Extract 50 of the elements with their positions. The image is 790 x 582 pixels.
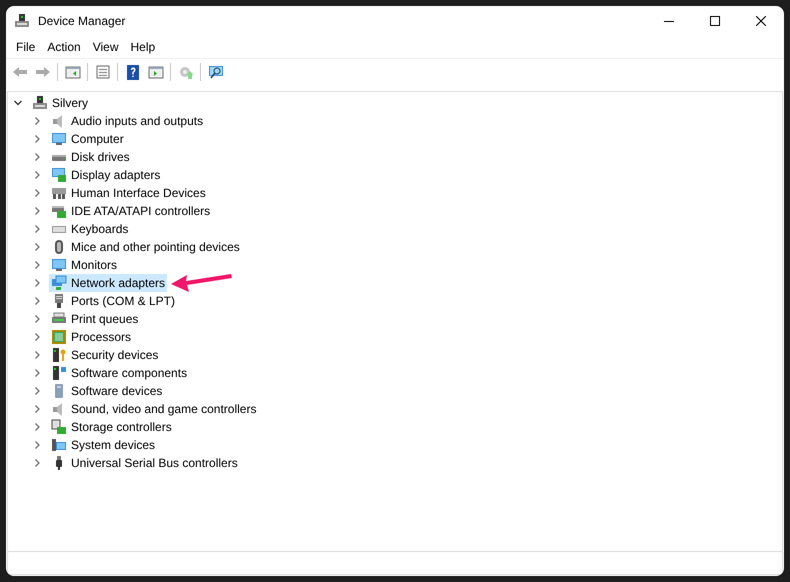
- tree-item[interactable]: System devices: [49, 436, 158, 454]
- device-icon: [51, 167, 67, 183]
- device-icon: [51, 185, 67, 201]
- help-icon: [124, 64, 140, 80]
- tree-item[interactable]: Computer: [49, 130, 126, 148]
- tree-item[interactable]: IDE ATA/ATAPI controllers: [49, 202, 212, 220]
- tree-item[interactable]: Audio inputs and outputs: [49, 112, 206, 130]
- maximize-icon: [710, 16, 720, 26]
- tree-item[interactable]: Software components: [49, 364, 190, 382]
- tree-item[interactable]: Universal Serial Bus controllers: [49, 454, 240, 472]
- device-icon: [51, 419, 67, 435]
- device-icon: [51, 131, 67, 147]
- tree-item[interactable]: Keyboards: [49, 220, 130, 238]
- tree-item[interactable]: Software devices: [49, 382, 164, 400]
- tree-item[interactable]: Disk drives: [49, 148, 132, 166]
- tree-item[interactable]: Mice and other pointing devices: [49, 238, 242, 256]
- back-arrow-icon: [12, 64, 28, 80]
- tree-item[interactable]: Network adapters: [49, 274, 168, 292]
- forward-arrow-icon: [34, 64, 50, 80]
- menu-item[interactable]: View: [86, 40, 124, 54]
- tree-item[interactable]: Storage controllers: [49, 418, 174, 436]
- close-icon: [756, 16, 766, 26]
- device-icon: [51, 365, 67, 381]
- device-icon: [51, 275, 67, 291]
- device-icon: [51, 329, 67, 345]
- tree-item[interactable]: Monitors: [49, 256, 120, 274]
- tree-item[interactable]: Display adapters: [49, 166, 162, 184]
- menu-item[interactable]: Action: [41, 40, 87, 54]
- window-panel-icon: [64, 64, 80, 80]
- device-icon: [51, 203, 67, 219]
- gear-update-icon: [178, 64, 194, 80]
- device-icon: [32, 95, 48, 111]
- menu-item[interactable]: File: [10, 40, 42, 54]
- device-icon: [51, 347, 67, 363]
- monitor-scan-icon: [208, 64, 224, 80]
- menu-item[interactable]: Help: [124, 40, 162, 54]
- tree-item[interactable]: Print queues: [49, 310, 140, 328]
- tree-item[interactable]: Silvery: [30, 94, 90, 112]
- device-icon: [51, 257, 67, 273]
- window-run-icon: [148, 64, 164, 80]
- annotation-arrow: [171, 272, 234, 294]
- tree-item[interactable]: Human Interface Devices: [49, 184, 208, 202]
- app-icon: [14, 13, 30, 29]
- properties-icon: [94, 64, 110, 80]
- tree-item[interactable]: Security devices: [49, 346, 160, 364]
- tree-item[interactable]: Processors: [49, 328, 134, 346]
- device-icon: [51, 437, 67, 453]
- tree-item[interactable]: Sound, video and game controllers: [49, 400, 258, 418]
- tree-item[interactable]: Ports (COM & LPT): [49, 292, 178, 310]
- window-title: Device Manager: [38, 14, 126, 28]
